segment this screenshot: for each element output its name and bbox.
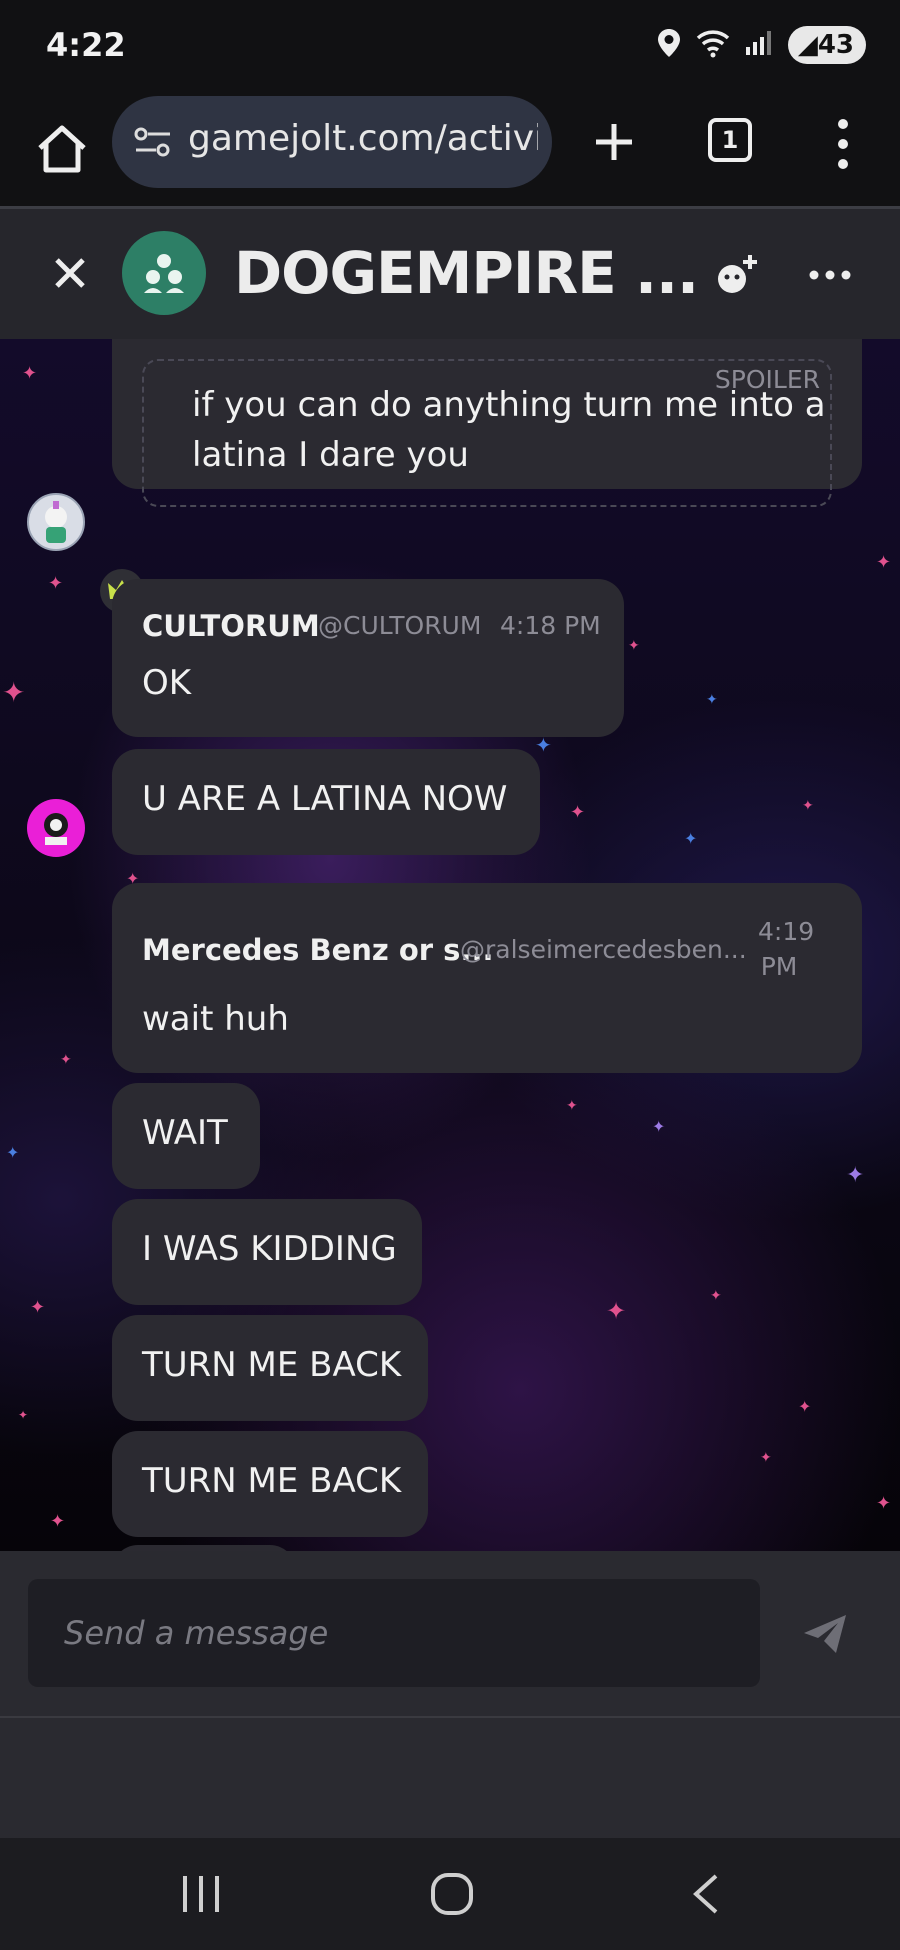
star-decoration: ✦ bbox=[570, 802, 586, 823]
message-handle[interactable]: @ralseimercedesben... bbox=[460, 935, 747, 964]
message-bubble[interactable]: I WAS KIDDING bbox=[112, 1199, 422, 1305]
home-icon[interactable] bbox=[32, 120, 92, 180]
timestamp-line: 4:19 bbox=[758, 917, 815, 946]
url-bar[interactable]: gamejolt.com/activity bbox=[112, 96, 552, 188]
message-bubble[interactable]: TURN ME BACK bbox=[112, 1431, 428, 1537]
back-icon[interactable] bbox=[690, 1872, 720, 1920]
wifi-icon bbox=[696, 28, 730, 62]
message-timestamp: 4:18 PM bbox=[500, 611, 601, 640]
message-bubble[interactable]: SPOILER if you can do anything turn me i… bbox=[112, 339, 862, 507]
message-timestamp: 4:19 PM bbox=[744, 917, 814, 981]
system-nav-bar bbox=[0, 1838, 900, 1950]
message-text: I WAS KIDDING bbox=[142, 1229, 397, 1269]
star-decoration: ✦ bbox=[876, 1493, 892, 1514]
star-decoration: ✦ bbox=[802, 798, 814, 814]
home-circle-icon[interactable] bbox=[430, 1872, 474, 1920]
message-author[interactable]: CULTORUM bbox=[142, 609, 320, 643]
star-decoration: ✦ bbox=[48, 573, 64, 594]
signal-icon bbox=[744, 29, 774, 61]
add-member-icon[interactable] bbox=[712, 251, 762, 301]
star-decoration: ✦ bbox=[876, 552, 892, 573]
star-decoration: ✦ bbox=[606, 1297, 627, 1325]
avatar[interactable] bbox=[27, 493, 85, 551]
message-bubble[interactable]: WAIT bbox=[112, 1083, 260, 1189]
message-text: WAIT bbox=[142, 1113, 228, 1153]
message-text: if you can do anything turn me into a bbox=[192, 385, 826, 425]
timestamp-line: PM bbox=[760, 952, 798, 981]
spoiler-box[interactable]: SPOILER if you can do anything turn me i… bbox=[142, 359, 832, 507]
more-icon[interactable] bbox=[808, 265, 852, 285]
star-decoration: ✦ bbox=[684, 829, 698, 848]
chat-messages-area[interactable]: ✦ ✦ ✦ ✦ ✦ ✦ ✦ ✦ ✦ ✦ ✦ ✦ ✦ ✦ ✦ ✦ ✦ ✦ ✦ ✦ … bbox=[0, 339, 900, 1551]
battery-indicator: ◢43 bbox=[787, 26, 866, 64]
star-decoration: ✦ bbox=[6, 1143, 20, 1162]
blank-area bbox=[0, 1718, 900, 1838]
recents-icon[interactable] bbox=[180, 1872, 222, 1920]
star-decoration: ✦ bbox=[760, 1450, 772, 1466]
star-decoration: ✦ bbox=[18, 1408, 29, 1422]
browser-toolbar: gamejolt.com/activity 1 bbox=[0, 92, 900, 208]
message-handle[interactable]: @CULTORUM bbox=[318, 611, 481, 640]
status-time: 4:22 bbox=[46, 26, 126, 64]
message-text: OK bbox=[142, 663, 192, 703]
status-icons: ◢43 bbox=[656, 26, 866, 64]
battery-level: 43 bbox=[817, 30, 854, 60]
star-decoration: ✦ bbox=[846, 1163, 865, 1188]
star-decoration: ✦ bbox=[798, 1397, 812, 1416]
star-decoration: ✦ bbox=[535, 733, 552, 757]
message-composer bbox=[0, 1551, 900, 1718]
star-decoration: ✦ bbox=[50, 1511, 66, 1532]
tab-switcher-icon[interactable]: 1 bbox=[708, 118, 752, 162]
message-author[interactable]: Mercedes Benz or s... bbox=[142, 933, 494, 967]
chat-header: DOGEMPIRE ... bbox=[0, 209, 900, 339]
site-settings-icon[interactable] bbox=[134, 126, 172, 162]
status-bar: 4:22 ◢43 bbox=[0, 0, 900, 92]
message-input[interactable] bbox=[28, 1579, 760, 1687]
star-decoration: ✦ bbox=[60, 1052, 72, 1068]
message-bubble[interactable]: CULTORUM @CULTORUM 4:18 PM OK bbox=[112, 579, 624, 737]
message-text: TURN ME BACK bbox=[142, 1345, 402, 1385]
message-bubble[interactable]: TURN ME BACK bbox=[112, 1315, 428, 1421]
message-text: wait huh bbox=[142, 999, 289, 1039]
close-icon[interactable] bbox=[52, 255, 88, 291]
star-decoration: ✦ bbox=[2, 676, 26, 709]
star-decoration: ✦ bbox=[652, 1117, 666, 1136]
plus-icon[interactable] bbox=[590, 118, 638, 166]
send-icon[interactable] bbox=[802, 1611, 848, 1657]
star-decoration: ✦ bbox=[22, 363, 38, 384]
overflow-menu-icon[interactable] bbox=[828, 114, 858, 174]
message-text: TURN ME BACK bbox=[142, 1461, 402, 1501]
star-decoration: ✦ bbox=[706, 692, 718, 708]
chat-title: DOGEMPIRE ... bbox=[234, 239, 699, 307]
star-decoration: ✦ bbox=[710, 1288, 722, 1304]
message-bubble[interactable]: U ARE A LATINA NOW bbox=[112, 749, 540, 855]
url-text: gamejolt.com/activity bbox=[188, 118, 538, 159]
message-text: latina I dare you bbox=[192, 435, 469, 475]
message-bubble[interactable]: Mercedes Benz or s... @ralseimercedesben… bbox=[112, 883, 862, 1073]
star-decoration: ✦ bbox=[566, 1098, 578, 1114]
message-text: U ARE A LATINA NOW bbox=[142, 779, 508, 819]
star-decoration: ✦ bbox=[30, 1297, 46, 1318]
star-decoration: ✦ bbox=[628, 638, 640, 654]
avatar[interactable] bbox=[27, 799, 85, 857]
location-icon bbox=[656, 28, 682, 62]
group-icon[interactable] bbox=[122, 231, 206, 315]
